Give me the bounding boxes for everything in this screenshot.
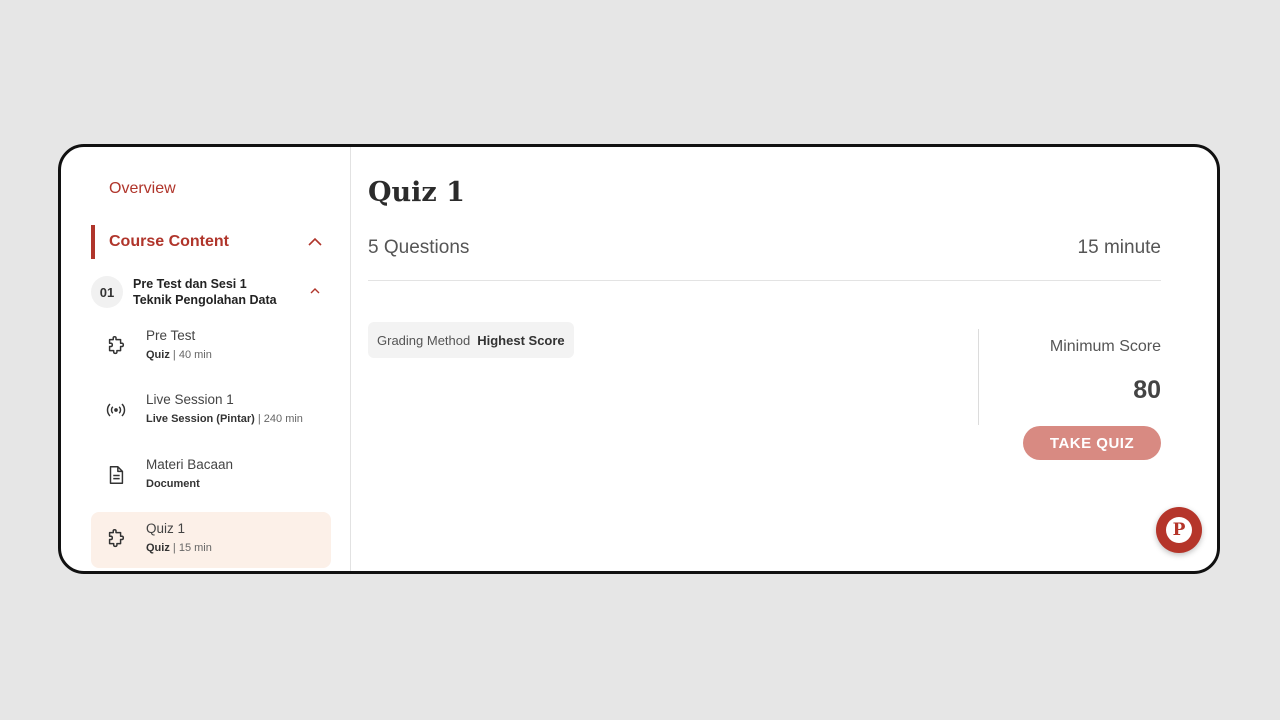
section-title-line1: Pre Test dan Sesi 1 [133, 277, 247, 291]
item-title: Materi Bacaan [146, 457, 234, 472]
sidebar-item-quiz-1[interactable]: Quiz 1 Quiz | 15 min [91, 512, 331, 568]
item-meta: Quiz | 15 min [146, 542, 212, 554]
chevron-up-icon[interactable] [309, 285, 321, 297]
chevron-up-icon[interactable] [307, 234, 323, 250]
section-number: 01 [91, 276, 123, 308]
document-icon [109, 466, 124, 484]
item-type: Document [146, 478, 200, 490]
minimum-score-label: Minimum Score [1049, 338, 1161, 355]
puzzle-icon [108, 335, 125, 355]
grading-method-value: Highest Score [477, 332, 565, 348]
section-header[interactable]: 01 Pre Test dan Sesi 1 Teknik Pengolahan… [91, 273, 323, 313]
item-meta: Document [146, 478, 200, 490]
item-title: Live Session 1 [146, 392, 234, 407]
puzzle-icon [108, 528, 125, 548]
main-content: Quiz 1 5 Questions 15 minute Grading Met… [351, 147, 1217, 571]
item-title: Quiz 1 [146, 521, 186, 536]
item-type: Quiz [146, 542, 170, 554]
sidebar-item-pre-test[interactable]: Pre Test Quiz | 40 min [91, 319, 331, 375]
minimum-score-value: 80 [1133, 376, 1161, 404]
section-title: Pre Test dan Sesi 1 Teknik Pengolahan Da… [133, 276, 293, 308]
item-duration: | 15 min [172, 542, 212, 554]
overview-link[interactable]: Overview [109, 180, 176, 198]
app-window: Overview Course Content 01 Pre Test dan … [58, 144, 1220, 574]
question-count: 5 Questions [368, 237, 470, 258]
vertical-divider [978, 329, 979, 425]
course-content-label: Course Content [109, 233, 229, 250]
section-title-line2: Teknik Pengolahan Data [133, 293, 277, 307]
page-title: Quiz 1 [368, 177, 465, 208]
active-indicator [91, 225, 95, 259]
item-duration: | 40 min [172, 349, 212, 361]
sidebar: Overview Course Content 01 Pre Test dan … [61, 147, 351, 571]
course-content-header[interactable]: Course Content [91, 225, 323, 259]
grading-method-label: Grading Method [377, 332, 471, 348]
pintar-logo-button[interactable]: P [1156, 507, 1202, 553]
item-meta: Quiz | 40 min [146, 349, 212, 361]
pintar-logo-icon: P [1166, 517, 1192, 543]
grading-method-badge: Grading Method Highest Score [368, 322, 574, 358]
quiz-duration: 15 minute [1077, 237, 1161, 258]
item-type: Live Session (Pintar) [146, 413, 255, 425]
item-type: Quiz [146, 349, 170, 361]
item-duration: | 240 min [257, 413, 303, 425]
divider [368, 280, 1161, 281]
take-quiz-button[interactable]: TAKE QUIZ [1023, 426, 1161, 460]
sidebar-item-materi-bacaan[interactable]: Materi Bacaan Document [91, 448, 331, 504]
sidebar-item-live-session[interactable]: Live Session 1 Live Session (Pintar) | 2… [91, 383, 331, 439]
item-meta: Live Session (Pintar) | 240 min [146, 413, 303, 425]
broadcast-icon [106, 403, 126, 417]
item-title: Pre Test [146, 328, 196, 343]
